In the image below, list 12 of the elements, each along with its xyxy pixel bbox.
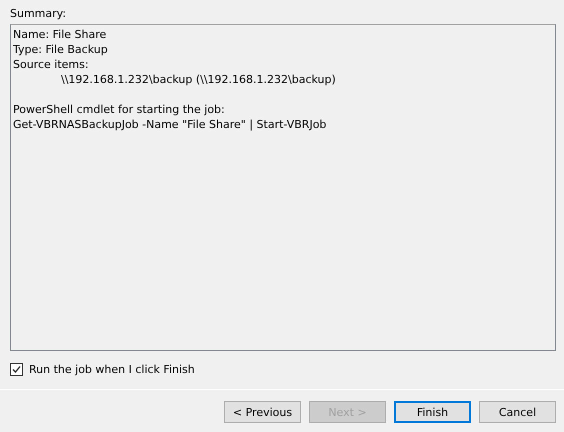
summary-label: Summary:	[10, 6, 68, 21]
summary-line: PowerShell cmdlet for starting the job:	[13, 102, 225, 117]
wizard-button[interactable]: Cancel	[479, 401, 556, 423]
run-job-label: Run the job when I click Finish	[29, 362, 195, 377]
summary-line: \\192.168.1.232\backup (\\192.168.1.232\backup)	[61, 72, 336, 87]
summary-line: Type: File Backup	[13, 42, 108, 57]
wizard-button[interactable]: Finish	[394, 401, 471, 423]
summary-line: Name: File Share	[13, 27, 106, 42]
summary-line: Get-VBRNASBackupJob -Name "File Share" | Start-VBRJob	[13, 117, 326, 132]
wizard-button[interactable]: < Previous	[224, 401, 301, 423]
run-job-checkbox[interactable]	[10, 363, 23, 376]
summary-line: Source items:	[13, 57, 89, 72]
